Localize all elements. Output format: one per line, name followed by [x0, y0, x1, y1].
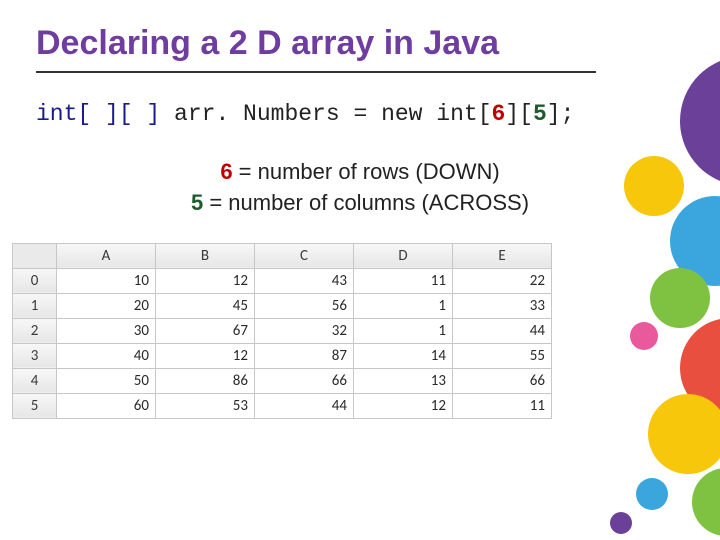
table-row: 2 30 67 32 1 44: [13, 318, 552, 343]
cell: 60: [57, 393, 156, 418]
table-row: 4 50 86 66 13 66: [13, 368, 552, 393]
cell: 10: [57, 268, 156, 293]
cell: 22: [453, 268, 552, 293]
cell: 50: [57, 368, 156, 393]
row-header: 1: [13, 293, 57, 318]
cell: 45: [156, 293, 255, 318]
table-row: 1 20 45 56 1 33: [13, 293, 552, 318]
cell: 30: [57, 318, 156, 343]
cell: 12: [354, 393, 453, 418]
row-header: 3: [13, 343, 57, 368]
code-type-prefix: int[ ][ ]: [36, 101, 174, 127]
cell: 11: [354, 268, 453, 293]
code-bracket-open2: [: [519, 101, 533, 127]
table-header-D: D: [354, 243, 453, 268]
code-bracket-close2: ]: [547, 101, 561, 127]
table-header-blank: [13, 243, 57, 268]
decor-dot: [648, 394, 720, 474]
code-cols-literal: 5: [533, 101, 547, 127]
row-header: 0: [13, 268, 57, 293]
code-assign: = new int: [340, 101, 478, 127]
table-header-E: E: [453, 243, 552, 268]
cell: 12: [156, 343, 255, 368]
cell: 33: [453, 293, 552, 318]
cell: 53: [156, 393, 255, 418]
decor-dot: [692, 468, 720, 536]
decor-dot: [610, 512, 632, 534]
decor-dot: [624, 156, 684, 216]
row-header: 5: [13, 393, 57, 418]
table-row: 0 10 12 43 11 22: [13, 268, 552, 293]
cell: 32: [255, 318, 354, 343]
code-bracket-close1: ]: [505, 101, 519, 127]
cell: 44: [255, 393, 354, 418]
explanation: 6 = number of rows (DOWN) 5 = number of …: [0, 157, 720, 219]
table-header-row: A B C D E: [13, 243, 552, 268]
code-declaration: int[ ][ ] arr. Numbers = new int[6][5];: [0, 73, 720, 127]
data-table-wrap: A B C D E 0 10 12 43 11 22 1 20 45 56 1: [12, 243, 552, 419]
explain-five: 5: [191, 190, 203, 215]
cell: 66: [453, 368, 552, 393]
explain-rows-text: = number of rows (DOWN): [233, 159, 500, 184]
cell: 56: [255, 293, 354, 318]
table-body: 0 10 12 43 11 22 1 20 45 56 1 33 2 30 67…: [13, 268, 552, 418]
cell: 1: [354, 318, 453, 343]
data-table: A B C D E 0 10 12 43 11 22 1 20 45 56 1: [12, 243, 552, 419]
table-header-A: A: [57, 243, 156, 268]
cell: 1: [354, 293, 453, 318]
code-rows-literal: 6: [492, 101, 506, 127]
cell: 86: [156, 368, 255, 393]
explain-cols-text: = number of columns (ACROSS): [203, 190, 529, 215]
cell: 87: [255, 343, 354, 368]
explain-six: 6: [220, 159, 232, 184]
decor-dot: [630, 322, 658, 350]
slide-title: Declaring a 2 D array in Java: [0, 0, 720, 63]
table-header-B: B: [156, 243, 255, 268]
code-var: arr. Numbers: [174, 101, 340, 127]
code-bracket-open1: [: [478, 101, 492, 127]
table-row: 3 40 12 87 14 55: [13, 343, 552, 368]
row-header: 2: [13, 318, 57, 343]
decor-dot: [636, 478, 668, 510]
cell: 43: [255, 268, 354, 293]
cell: 44: [453, 318, 552, 343]
cell: 55: [453, 343, 552, 368]
row-header: 4: [13, 368, 57, 393]
table-row: 5 60 53 44 12 11: [13, 393, 552, 418]
cell: 13: [354, 368, 453, 393]
code-semicolon: ;: [561, 101, 575, 127]
cell: 66: [255, 368, 354, 393]
cell: 40: [57, 343, 156, 368]
table-header-C: C: [255, 243, 354, 268]
cell: 12: [156, 268, 255, 293]
cell: 14: [354, 343, 453, 368]
cell: 11: [453, 393, 552, 418]
decor-dot: [650, 268, 710, 328]
cell: 67: [156, 318, 255, 343]
cell: 20: [57, 293, 156, 318]
